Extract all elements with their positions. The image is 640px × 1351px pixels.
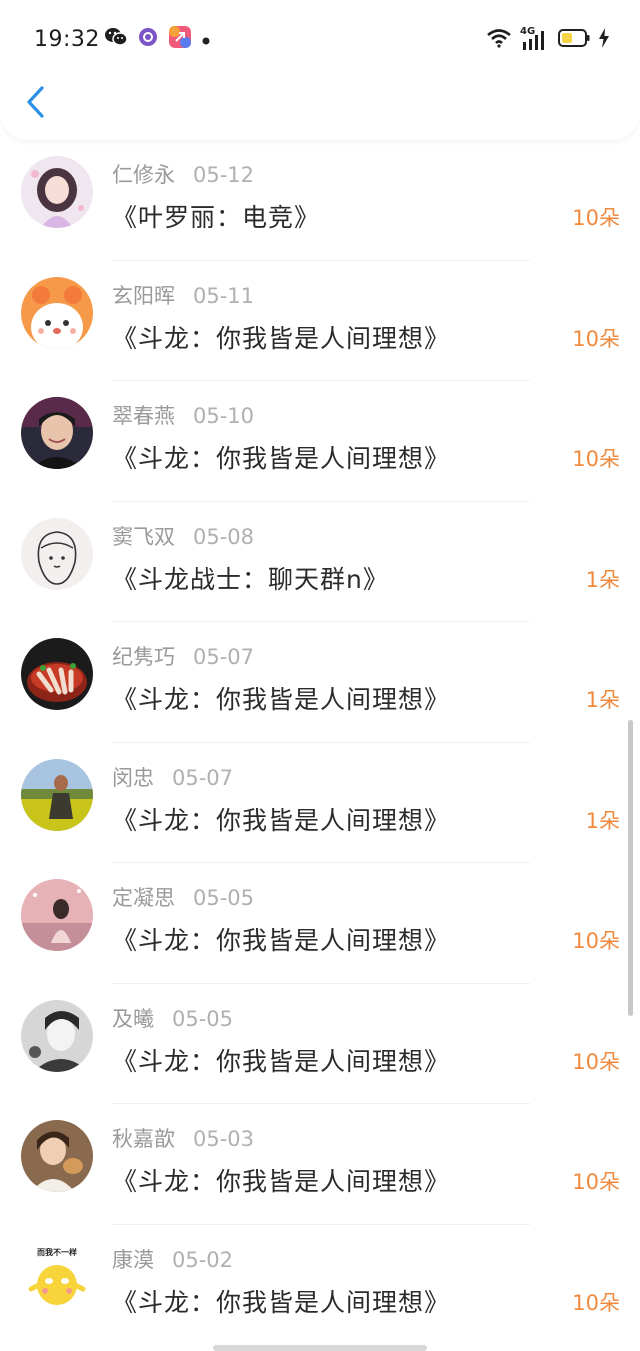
sender-meta: 秋嘉歆 05-03 — [112, 1123, 254, 1153]
sender-name: 翠春燕 — [112, 404, 175, 428]
sender-name: 仁修永 — [112, 163, 175, 187]
gift-date: 05-10 — [193, 404, 255, 428]
book-title: 《斗龙：你我皆是人间理想》 — [112, 1287, 451, 1317]
list-item[interactable]: 窦飞双 05-08 《斗龙战士：聊天群n》 1朵 — [0, 502, 640, 622]
sender-meta: 仁修永 05-12 — [112, 159, 254, 189]
gift-date: 05-02 — [172, 1247, 234, 1272]
notification-icons — [104, 26, 210, 52]
sender-meta: 纪隽巧 05-07 — [112, 641, 254, 671]
sender-name: 窦飞双 — [112, 524, 175, 549]
sender-name: 康漠 — [112, 1247, 154, 1272]
sender-meta: 闵忠 05-07 — [112, 762, 233, 792]
book-title: 《斗龙战士：聊天群n》 — [112, 564, 389, 594]
avatar — [21, 276, 93, 349]
shortcut-app-icon — [168, 25, 192, 53]
avatar — [21, 156, 93, 228]
sender-meta: 定凝思 05-05 — [112, 882, 254, 912]
book-title: 《叶罗丽：电竞》 — [112, 203, 321, 232]
home-indicator[interactable] — [213, 1345, 427, 1351]
list-item[interactable]: 闵忠 05-07 《斗龙：你我皆是人间理想》 1朵 — [0, 743, 640, 863]
scrollbar[interactable] — [628, 720, 633, 1016]
gift-date: 05-11 — [193, 283, 255, 308]
gift-amount: 1朵 — [585, 567, 620, 592]
chevron-left-icon — [25, 85, 47, 123]
avatar-caption: 而我不一样 — [37, 1247, 77, 1257]
status-time: 19:32 — [34, 27, 100, 52]
gift-amount: 10朵 — [572, 447, 620, 471]
book-title: 《斗龙：你我皆是人间理想》 — [112, 805, 451, 835]
gift-date: 05-08 — [193, 524, 255, 549]
gift-amount: 10朵 — [572, 1290, 620, 1315]
avatar: 而我不一样 — [21, 1240, 93, 1313]
signal-icon: 4G — [520, 26, 550, 52]
sender-name: 纪隽巧 — [112, 645, 175, 669]
sender-meta: 窦飞双 05-08 — [112, 521, 254, 551]
battery-icon — [558, 29, 590, 51]
gift-list: 仁修永 05-12 《叶罗丽：电竞》 10朵 玄阳晖 05-11 《斗龙：你我皆是人… — [0, 140, 640, 1345]
book-title: 《斗龙：你我皆是人间理想》 — [112, 444, 451, 473]
gift-amount: 10朵 — [572, 1049, 620, 1074]
purple-app-icon — [138, 27, 158, 51]
dot-icon — [202, 30, 210, 49]
avatar — [21, 758, 93, 831]
gift-date: 05-03 — [193, 1127, 255, 1151]
gift-amount: 1朵 — [585, 688, 620, 712]
gift-date: 05-07 — [172, 765, 234, 790]
gift-date: 05-07 — [193, 645, 255, 669]
sender-name: 秋嘉歆 — [112, 1127, 175, 1151]
gift-date: 05-12 — [193, 163, 255, 187]
avatar — [21, 879, 93, 951]
list-item[interactable]: 纪隽巧 05-07 《斗龙：你我皆是人间理想》 1朵 — [0, 622, 640, 743]
list-item[interactable]: 玄阳晖 05-11 《斗龙：你我皆是人间理想》 10朵 — [0, 261, 640, 381]
app-header: 19:32 4G — [0, 0, 640, 140]
wifi-icon — [486, 28, 512, 52]
sender-name: 定凝思 — [112, 886, 175, 910]
gift-amount: 1朵 — [585, 808, 620, 833]
charging-icon — [598, 28, 610, 52]
gift-amount: 10朵 — [572, 326, 620, 351]
sender-name: 闵忠 — [112, 765, 154, 790]
book-title: 《斗龙：你我皆是人间理想》 — [112, 323, 451, 353]
list-item[interactable]: 而我不一样 康漠 05-02 《斗龙：你我皆是人间理想》 10朵 — [0, 1225, 640, 1346]
status-bar: 19:32 4G — [0, 0, 640, 80]
sender-name: 及曦 — [112, 1006, 154, 1031]
book-title: 《斗龙：你我皆是人间理想》 — [112, 926, 451, 955]
gift-date: 05-05 — [193, 886, 255, 910]
list-item[interactable]: 仁修永 05-12 《叶罗丽：电竞》 10朵 — [0, 140, 640, 261]
gift-amount: 10朵 — [572, 929, 620, 953]
avatar — [21, 397, 93, 469]
avatar — [21, 638, 93, 710]
list-item[interactable]: 秋嘉歆 05-03 《斗龙：你我皆是人间理想》 10朵 — [0, 1104, 640, 1225]
sender-meta: 康漠 05-02 — [112, 1244, 233, 1274]
avatar — [21, 999, 93, 1072]
sender-meta: 及曦 05-05 — [112, 1003, 233, 1033]
avatar — [21, 517, 93, 590]
list-item[interactable]: 翠春燕 05-10 《斗龙：你我皆是人间理想》 10朵 — [0, 381, 640, 502]
list-item[interactable]: 及曦 05-05 《斗龙：你我皆是人间理想》 10朵 — [0, 984, 640, 1104]
sender-name: 玄阳晖 — [112, 283, 175, 308]
back-button[interactable] — [18, 84, 54, 124]
sender-meta: 翠春燕 05-10 — [112, 400, 254, 430]
book-title: 《斗龙：你我皆是人间理想》 — [112, 1046, 451, 1076]
gift-amount: 10朵 — [572, 1170, 620, 1194]
status-right-icons: 4G — [486, 26, 610, 53]
sender-meta: 玄阳晖 05-11 — [112, 280, 254, 310]
book-title: 《斗龙：你我皆是人间理想》 — [112, 685, 451, 714]
list-item[interactable]: 定凝思 05-05 《斗龙：你我皆是人间理想》 10朵 — [0, 863, 640, 984]
gift-date: 05-05 — [172, 1006, 234, 1031]
gift-amount: 10朵 — [572, 206, 620, 230]
avatar — [21, 1120, 93, 1192]
wechat-icon — [104, 26, 128, 52]
book-title: 《斗龙：你我皆是人间理想》 — [112, 1167, 451, 1196]
